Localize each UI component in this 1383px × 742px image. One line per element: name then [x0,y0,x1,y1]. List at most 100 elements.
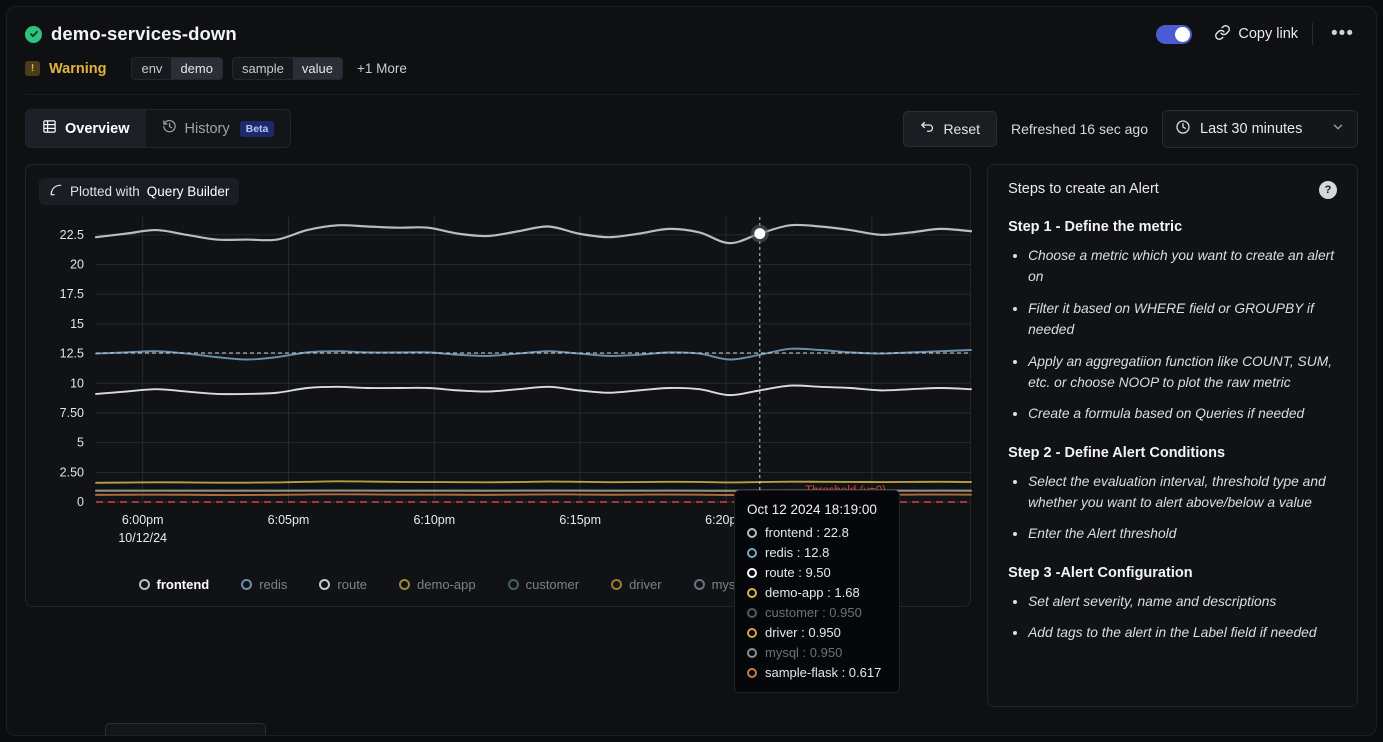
step-item: Choose a metric which you want to create… [1028,245,1337,288]
steps-body: Step 1 - Define the metric Choose a metri… [1008,219,1337,644]
header-top-row: demo-services-down Copy link ••• [25,23,1358,45]
step-item: Set alert severity, name and description… [1028,591,1337,612]
y-axis-tick-label: 10 [70,376,84,390]
tab-history[interactable]: History Beta [146,110,291,147]
copy-link-button[interactable]: Copy link [1214,24,1298,45]
tooltip-row-label: demo-app : 1.68 [765,585,860,600]
legend-color-dot [694,579,705,590]
series-color-dot [747,668,757,678]
legend-color-dot [319,579,330,590]
step-item: Enter the Alert threshold [1028,523,1337,544]
chart-tooltip: Oct 12 2024 18:19:00 frontend : 22.8 redi… [734,490,900,693]
legend-item-driver[interactable]: driver [611,577,662,592]
series-color-dot [747,548,757,558]
time-range-picker[interactable]: Last 30 minutes [1162,110,1358,148]
curve-icon [49,183,63,200]
legend-item-redis[interactable]: redis [241,577,287,592]
tooltip-row: demo-app : 1.68 [747,585,887,600]
tooltip-row: mysql : 0.950 [747,645,887,660]
tag-key: env [132,58,171,79]
tag-chip[interactable]: sample value [232,57,343,80]
y-axis-tick-label: 2.50 [60,465,84,479]
series-color-dot [747,608,757,618]
reset-label: Reset [943,121,980,137]
alert-detail-page: demo-services-down Copy link ••• ! Warni… [6,6,1377,736]
severity-label: Warning [49,61,106,77]
tag-value: demo [171,58,222,79]
steps-title: Steps to create an Alert [1008,181,1159,197]
step-item-list: Set alert severity, name and description… [1008,591,1337,644]
x-axis-tick-label: 6:00pm [122,513,164,527]
tooltip-row-label: frontend : 22.8 [765,525,849,540]
plotted-with-prefix: Plotted with [70,184,140,199]
legend-item-customer[interactable]: customer [508,577,579,592]
beta-badge: Beta [240,121,275,137]
tooltip-timestamp: Oct 12 2024 18:19:00 [747,502,887,517]
step-heading: Step 1 - Define the metric [1008,219,1337,235]
alert-enable-toggle[interactable] [1156,25,1192,44]
more-horizontal-icon[interactable]: ••• [1327,29,1358,39]
y-axis-tick-label: 15 [70,317,84,331]
series-line-route [96,385,971,395]
y-axis-tick-label: 12.5 [60,347,84,361]
copy-link-label: Copy link [1238,26,1298,42]
link-icon [1214,24,1231,45]
question-mark-icon[interactable]: ? [1319,181,1337,199]
tooltip-row-label: mysql : 0.950 [765,645,842,660]
yaxis-unit-row: Y-axis unit Select unit [25,723,1358,736]
series-line-demo-app [96,481,971,482]
legend-color-dot [611,579,622,590]
tab-overview[interactable]: Overview [26,110,146,147]
legend-item-frontend[interactable]: frontend [139,577,210,592]
tab-overview-label: Overview [65,121,130,137]
reset-button[interactable]: Reset [903,111,997,147]
x-axis-date-label: 10/12/24 [118,531,167,545]
tooltip-row: redis : 12.8 [747,545,887,560]
y-axis-tick-label: 17.5 [60,287,84,301]
page-header: demo-services-down Copy link ••• ! Warni… [7,7,1376,95]
series-color-dot [747,588,757,598]
step-item: Select the evaluation interval, threshol… [1028,471,1337,514]
undo-icon [920,120,935,138]
y-axis-tick-label: 5 [77,436,84,450]
refreshed-status: Refreshed 16 sec ago [1011,121,1148,137]
select-unit-placeholder: Select unit [117,734,182,737]
main-content: Plotted with Query Builder 02.5057.50101… [7,148,1376,707]
clock-icon [1175,119,1191,139]
more-tags-link[interactable]: +1 More [357,61,407,76]
tooltip-row-label: driver : 0.950 [765,625,841,640]
step-item-list: Select the evaluation interval, threshol… [1008,471,1337,545]
legend-item-demo-app[interactable]: demo-app [399,577,476,592]
legend-item-route[interactable]: route [319,577,367,592]
series-color-dot [747,528,757,538]
series-color-dot [747,648,757,658]
tooltip-row-label: redis : 12.8 [765,545,829,560]
tooltip-row: sample-flask : 0.617 [747,665,887,680]
warning-icon: ! [25,61,40,76]
y-axis-tick-label: 7.50 [60,406,84,420]
tooltip-row-label: sample-flask : 0.617 [765,665,881,680]
step-item: Create a formula based on Queries if nee… [1028,403,1337,424]
tooltip-row-label: customer : 0.950 [765,605,862,620]
tooltip-row-label: route : 9.50 [765,565,831,580]
series-color-dot [747,568,757,578]
step-item: Add tags to the alert in the Label field… [1028,622,1337,643]
step-item-list: Choose a metric which you want to create… [1008,245,1337,425]
header-divider [1312,23,1313,45]
step-heading: Step 2 - Define Alert Conditions [1008,445,1337,461]
toolbar-right: Reset Refreshed 16 sec ago Last 30 minut… [903,110,1358,148]
table-icon [42,119,57,138]
yaxis-unit-label: Y-axis unit [25,734,91,737]
header-meta-row: ! Warning env demo sample value +1 More [25,57,1358,80]
view-tabs: Overview History Beta [25,109,291,148]
step-item: Apply an aggregatiion function like COUN… [1028,351,1337,394]
tooltip-series-list: frontend : 22.8 redis : 12.8 route : 9.50 d… [747,525,887,680]
step-item: Filter it based on WHERE field or GROUPB… [1028,298,1337,341]
toggle-knob [1175,27,1190,42]
highlight-point[interactable] [754,228,765,239]
page-title: demo-services-down [51,23,237,45]
history-icon [162,119,177,138]
select-unit-dropdown[interactable]: Select unit [105,723,266,736]
tag-chip[interactable]: env demo [131,57,223,80]
legend-color-dot [139,579,150,590]
